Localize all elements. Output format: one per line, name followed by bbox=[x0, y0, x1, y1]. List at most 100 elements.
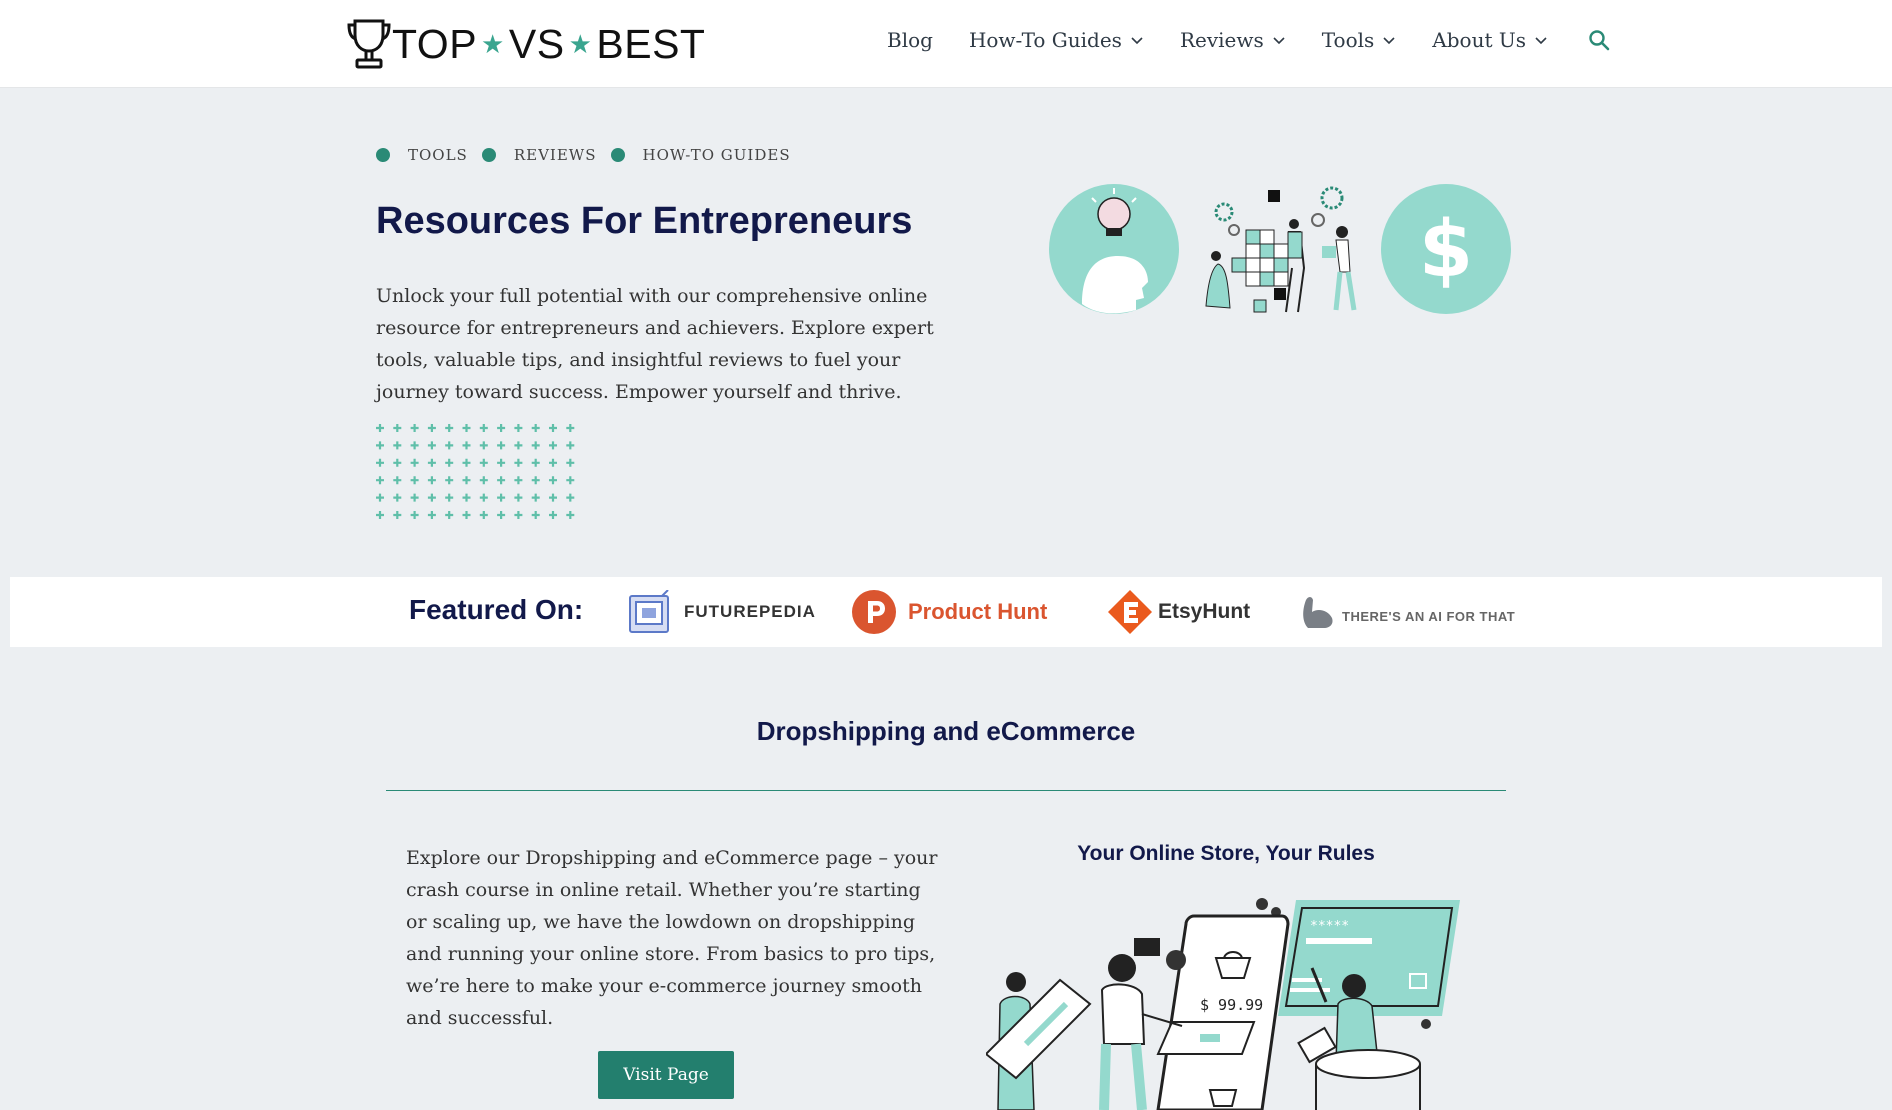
plus-mark bbox=[410, 511, 419, 519]
plus-mark bbox=[566, 441, 575, 450]
plus-mark bbox=[410, 476, 419, 485]
plus-mark bbox=[393, 476, 402, 485]
plus-mark bbox=[531, 441, 540, 450]
online-store-title: Your Online Store, Your Rules bbox=[1077, 842, 1375, 865]
plus-mark bbox=[427, 424, 436, 432]
plus-mark bbox=[462, 493, 471, 502]
brand-name: THERE'S AN AI FOR THAT bbox=[1342, 608, 1516, 624]
plus-mark bbox=[514, 476, 523, 485]
search-icon[interactable] bbox=[1588, 29, 1610, 51]
plus-mark bbox=[462, 511, 471, 519]
nav-item-tools[interactable]: Tools bbox=[1322, 28, 1397, 52]
plus-mark bbox=[410, 493, 419, 502]
plus-mark bbox=[531, 511, 540, 519]
bullet-dot bbox=[376, 148, 390, 162]
main-nav: Blog How-To Guides Reviews Tools About U… bbox=[887, 28, 1610, 52]
futurepedia-logo-icon bbox=[629, 590, 669, 633]
plus-mark bbox=[566, 511, 575, 519]
plus-mark bbox=[497, 424, 506, 432]
plus-mark bbox=[549, 476, 557, 485]
star-icon: ★ bbox=[568, 28, 593, 59]
plus-mark bbox=[445, 511, 454, 519]
plus-mark bbox=[427, 511, 436, 519]
chevron-down-icon bbox=[1131, 37, 1143, 45]
plus-mark bbox=[462, 441, 471, 450]
decorative-plus-pattern bbox=[376, 424, 575, 519]
plus-mark bbox=[514, 441, 523, 450]
etsyhunt-logo-icon bbox=[1108, 590, 1152, 634]
plus-mark bbox=[479, 424, 488, 432]
nav-item-about-us[interactable]: About Us bbox=[1432, 28, 1548, 52]
nav-label: Tools bbox=[1321, 28, 1375, 52]
plus-mark bbox=[376, 493, 384, 502]
plus-mark bbox=[427, 441, 436, 450]
category-tools[interactable]: TOOLS bbox=[408, 146, 468, 164]
category-how-to-guides[interactable]: HOW-TO GUIDES bbox=[643, 146, 791, 164]
plus-mark bbox=[514, 493, 523, 502]
nav-label: About Us bbox=[1432, 28, 1526, 52]
nav-label: Blog bbox=[887, 28, 933, 52]
section-title: Dropshipping and eCommerce bbox=[756, 716, 1136, 746]
star-icon: ★ bbox=[481, 28, 505, 59]
plus-mark bbox=[479, 458, 488, 467]
plus-mark bbox=[566, 458, 575, 467]
svg-text:$: $ bbox=[1419, 205, 1473, 295]
plus-mark bbox=[549, 458, 557, 467]
plus-mark bbox=[462, 424, 471, 432]
plus-mark bbox=[376, 476, 384, 485]
plus-mark bbox=[549, 493, 557, 502]
brand-name: FUTUREPEDIA bbox=[684, 602, 816, 621]
bullet-dot bbox=[481, 148, 496, 162]
plus-mark bbox=[497, 441, 506, 450]
plus-mark bbox=[427, 493, 436, 502]
hero-description: Unlock your full potential with our comp… bbox=[376, 285, 934, 403]
plus-mark bbox=[393, 424, 402, 432]
plus-mark bbox=[445, 441, 454, 450]
brand-theres-an-ai-for-that[interactable]: THERE'S AN AI FOR THAT bbox=[1300, 589, 1515, 635]
plus-mark bbox=[376, 441, 384, 450]
plus-mark bbox=[497, 511, 506, 519]
visit-page-button[interactable]: Visit Page bbox=[598, 1051, 734, 1099]
product-price: $ 99.99 bbox=[1200, 996, 1263, 1014]
plus-mark bbox=[462, 476, 471, 485]
plus-mark bbox=[445, 424, 454, 432]
brand-etsyhunt[interactable]: EtsyHunt bbox=[1106, 589, 1250, 635]
nav-item-reviews[interactable]: Reviews bbox=[1180, 28, 1286, 52]
plus-mark bbox=[531, 476, 540, 485]
brand-name: Product Hunt bbox=[908, 599, 1048, 624]
plus-mark bbox=[376, 424, 384, 432]
plus-mark bbox=[566, 424, 575, 432]
featured-label: Featured On: bbox=[409, 594, 584, 625]
plus-mark bbox=[514, 458, 523, 467]
plus-mark bbox=[497, 458, 506, 467]
nav-label: How-To Guides bbox=[968, 28, 1122, 52]
nav-item-blog[interactable]: Blog bbox=[887, 28, 933, 52]
nav-label: Reviews bbox=[1179, 28, 1264, 52]
chevron-down-icon bbox=[1383, 37, 1395, 45]
plus-mark bbox=[531, 424, 540, 432]
plus-mark bbox=[531, 458, 540, 467]
plus-mark bbox=[462, 458, 471, 467]
plus-mark bbox=[531, 493, 540, 502]
brand-product-hunt[interactable]: Product Hunt bbox=[852, 589, 1047, 635]
plus-mark bbox=[566, 493, 575, 502]
nav-item-how-to-guides[interactable]: How-To Guides bbox=[969, 28, 1144, 52]
category-reviews[interactable]: REVIEWS bbox=[514, 146, 597, 164]
arm-flex-logo-icon bbox=[1303, 597, 1333, 628]
site-logo[interactable]: TOP ★ VS ★ BEST bbox=[346, 16, 705, 72]
plus-mark bbox=[549, 511, 557, 519]
plus-mark bbox=[376, 458, 384, 467]
plus-mark bbox=[497, 493, 506, 502]
trophy-icon bbox=[347, 19, 391, 69]
entrepreneur-illustration: $ bbox=[1049, 184, 1511, 314]
category-links: TOOLS REVIEWS HOW-TO GUIDES bbox=[376, 146, 805, 164]
featured-on-strip: Featured On: FUTUREPEDIA Product Hunt Et… bbox=[10, 577, 1882, 647]
plus-mark bbox=[410, 458, 419, 467]
logo-text-best: BEST bbox=[596, 20, 706, 67]
plus-mark bbox=[497, 476, 506, 485]
plus-mark bbox=[479, 493, 488, 502]
bullet-dot bbox=[610, 148, 625, 162]
plus-mark bbox=[479, 441, 488, 450]
brand-futurepedia[interactable]: FUTUREPEDIA bbox=[628, 589, 816, 635]
chevron-down-icon bbox=[1535, 37, 1547, 45]
